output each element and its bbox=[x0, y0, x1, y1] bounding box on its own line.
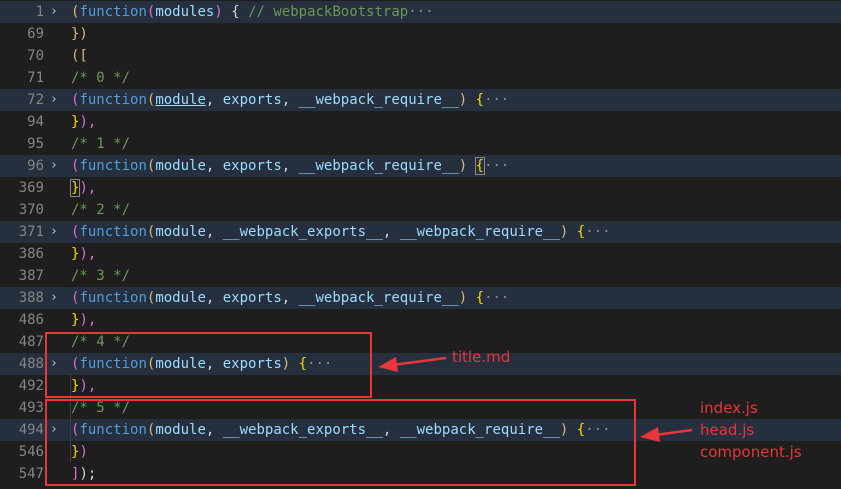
annotation-index-js: index.js bbox=[700, 399, 758, 417]
annotation-head-js: head.js bbox=[700, 421, 755, 439]
annotation-title-md: title.md bbox=[452, 348, 511, 366]
annotation-component-js: component.js bbox=[700, 443, 802, 461]
arrow-to-title bbox=[378, 356, 447, 372]
arrow-to-files bbox=[640, 427, 693, 442]
